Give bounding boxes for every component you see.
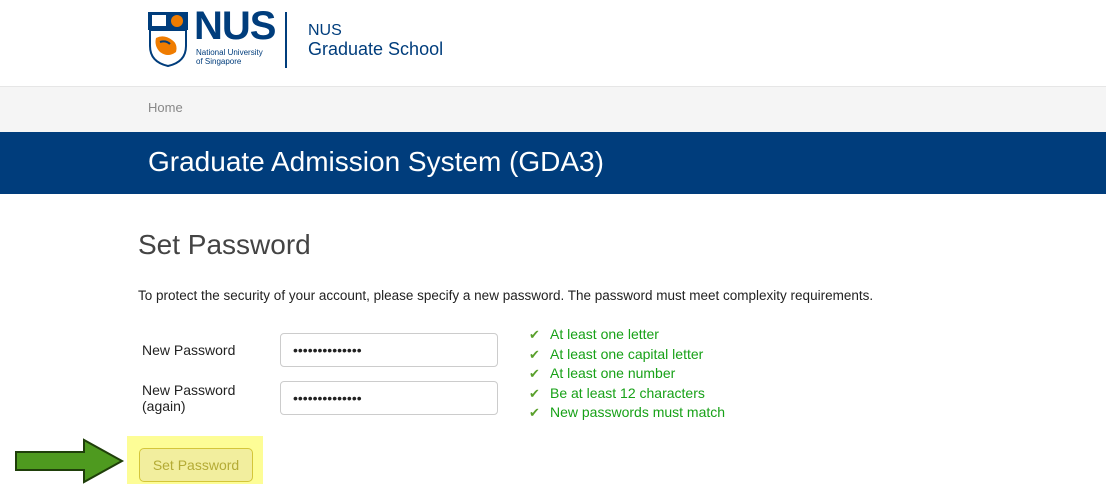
requirement-text: At least one letter [550,326,659,342]
checkmark-icon: ✔ [529,366,540,381]
new-password-again-field[interactable]: •••••••••••••• [280,381,498,415]
checkmark-icon: ✔ [529,346,540,362]
requirement-item: ✔ At least one number [529,365,725,385]
nus-crest-icon [148,12,188,68]
requirement-text: New passwords must match [550,404,726,420]
password-requirements: ✔ At least one letter ✔ At least one capit… [529,326,725,424]
new-password-field[interactable]: •••••••••••••• [280,333,498,367]
checkmark-icon: ✔ [529,327,540,342]
new-password-label: New Password [142,342,236,358]
checkmark-icon: ✔ [529,385,540,401]
requirement-item: ✔ New passwords must match [529,404,725,424]
school-name-line1: NUS [308,22,342,39]
breadcrumb-home-link[interactable]: Home [148,100,183,115]
title-banner: Graduate Admission System (GDA3) [0,132,1106,194]
new-password-again-label-line2: (again) [142,398,186,414]
logo-subtitle-line1: National University [196,48,263,57]
system-title: Graduate Admission System (GDA3) [148,146,604,177]
requirement-text: At least one capital letter [550,345,704,362]
school-name-line2: Graduate School [308,39,444,59]
requirement-item: ✔ At least one capital letter [529,346,725,366]
requirement-text: Be at least 12 characters [550,384,705,401]
page-title: Set Password [138,229,311,260]
logo-subtitle-line2: of Singapore [196,57,242,66]
checkmark-icon: ✔ [529,405,540,420]
requirement-item: ✔ At least one letter [529,326,725,346]
requirement-text: At least one number [550,365,676,381]
header-divider [285,12,287,68]
right-arrow-icon [15,438,125,484]
breadcrumb: Home [0,86,1106,133]
site-header: NUS National University of Singapore NUS… [0,0,1106,86]
new-password-again-label-line1: New Password [142,382,236,398]
requirement-item: ✔ Be at least 12 characters [529,385,725,405]
set-password-button[interactable]: Set Password [139,448,253,482]
intro-text: To protect the security of your account,… [138,288,874,303]
logo-wordmark: NUS [194,4,276,48]
nus-logo[interactable]: NUS National University of Singapore [146,4,276,70]
